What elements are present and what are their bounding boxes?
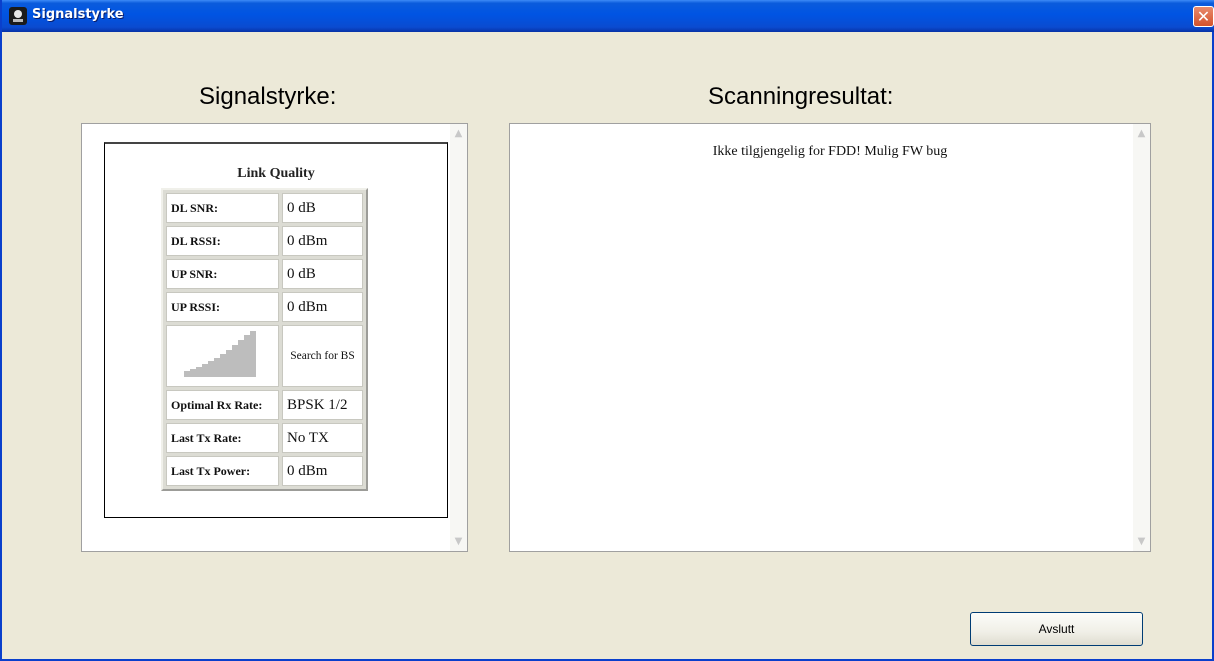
signal-panel: Link Quality DL SNR: 0 dB DL RSSI: 0 dBm… (81, 123, 468, 552)
scan-panel-scrollbar[interactable]: ▲ ▼ (1133, 124, 1150, 551)
scan-heading: Scanningresultat: (708, 83, 894, 110)
dl-rssi-label: DL RSSI: (166, 226, 279, 256)
up-snr-label: UP SNR: (166, 259, 279, 289)
table-row: DL RSSI: 0 dBm (166, 226, 363, 256)
scroll-up-icon[interactable]: ▲ (1134, 126, 1149, 141)
optimal-rx-rate-value: BPSK 1/2 (282, 390, 363, 420)
scan-result-panel: Ikke tilgjengelig for FDD! Mulig FW bug … (509, 123, 1151, 552)
scroll-down-icon[interactable]: ▼ (451, 534, 466, 549)
app-icon (9, 7, 27, 25)
signal-bars-icon (183, 331, 256, 377)
last-tx-rate-value: No TX (282, 423, 363, 453)
optimal-rx-rate-label: Optimal Rx Rate: (166, 390, 279, 420)
scroll-down-icon[interactable]: ▼ (1134, 534, 1149, 549)
up-snr-value: 0 dB (282, 259, 363, 289)
table-row: Last Tx Rate: No TX (166, 423, 363, 453)
last-tx-power-value: 0 dBm (282, 456, 363, 486)
table-row: DL SNR: 0 dB (166, 193, 363, 223)
link-quality-title: Link Quality (237, 166, 315, 181)
scan-result-message: Ikke tilgjengelig for FDD! Mulig FW bug (712, 144, 948, 159)
exit-button[interactable]: Avslutt (970, 612, 1143, 646)
link-quality-table: DL SNR: 0 dB DL RSSI: 0 dBm UP SNR: 0 dB… (161, 188, 368, 491)
last-tx-power-label: Last Tx Power: (166, 456, 279, 486)
signal-bars-cell (166, 325, 279, 387)
up-rssi-label: UP RSSI: (166, 292, 279, 322)
table-row: Last Tx Power: 0 dBm (166, 456, 363, 486)
up-rssi-value: 0 dBm (282, 292, 363, 322)
dl-snr-value: 0 dB (282, 193, 363, 223)
dl-snr-label: DL SNR: (166, 193, 279, 223)
dl-rssi-value: 0 dBm (282, 226, 363, 256)
signal-heading: Signalstyrke: (199, 83, 337, 110)
title-bar[interactable]: Signalstyrke ✕ (2, 0, 1214, 32)
signal-panel-scrollbar[interactable]: ▲ ▼ (450, 124, 467, 551)
table-row: Search for BS (166, 325, 363, 387)
link-quality-frame: Link Quality DL SNR: 0 dB DL RSSI: 0 dBm… (104, 142, 448, 518)
table-row: UP RSSI: 0 dBm (166, 292, 363, 322)
last-tx-rate-label: Last Tx Rate: (166, 423, 279, 453)
signal-status: Search for BS (282, 325, 363, 387)
table-row: UP SNR: 0 dB (166, 259, 363, 289)
signalstyrke-window: Signalstyrke ✕ Signalstyrke: Scanningres… (0, 0, 1214, 661)
table-row: Optimal Rx Rate: BPSK 1/2 (166, 390, 363, 420)
window-title: Signalstyrke (32, 7, 124, 22)
scroll-up-icon[interactable]: ▲ (451, 126, 466, 141)
close-button[interactable]: ✕ (1193, 6, 1214, 27)
